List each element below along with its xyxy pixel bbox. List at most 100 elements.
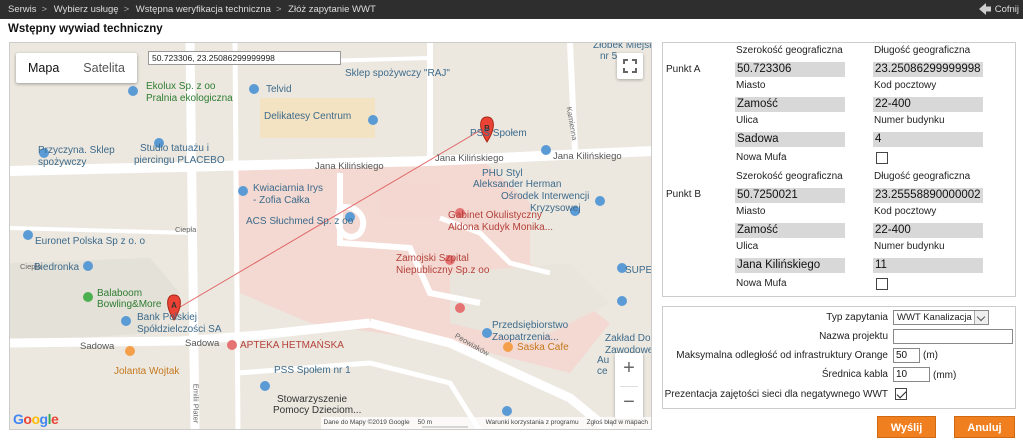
map-type-map-button[interactable]: Mapa: [16, 53, 71, 83]
presentation-checkbox[interactable]: [895, 388, 907, 400]
point-a-lat-value: 50.723306: [735, 62, 845, 77]
point-a-mufa-label: Nowa Mufa: [736, 152, 787, 163]
map-coordinates-field[interactable]: 50.723306, 23.25086299999998: [148, 51, 341, 65]
fullscreen-button[interactable]: [617, 53, 643, 79]
page-title: Wstępny wywiad techniczny: [8, 23, 163, 35]
map-label-sadowa-2: Sadowa: [185, 338, 220, 349]
map-label-ekolux2: Pralnia ekologiczna: [146, 93, 233, 104]
map-label-bank2: Spółdzielczości SA: [137, 324, 222, 335]
map-label-przyczyna: Przyczyna. Sklep: [38, 145, 115, 156]
point-a-city-label: Miasto: [736, 80, 766, 91]
map-label-emilii: Emilii Plater: [191, 383, 201, 424]
map-label-przedsiebiorstwo: Przedsiębiorstwo: [492, 320, 569, 331]
map-label-osrodek: Ośrodek Interwencji: [501, 191, 590, 202]
map-label-stowarzyszenie2: Pomocy Dzieciom...: [273, 405, 362, 416]
map-label-studio2: piercingu PLACEBO: [134, 155, 225, 166]
map-label-pss: PSS Społem: [470, 128, 527, 139]
map-label-delikatesy: Delikatesy Centrum: [264, 111, 352, 122]
map-label-zaklad: Zakład Dos: [605, 333, 652, 344]
point-a-lat-label: Szerokość geograficzna: [736, 45, 843, 56]
request-type-select[interactable]: WWT Kanalizacja: [893, 310, 989, 325]
point-b-number-value: 11: [873, 258, 983, 273]
map-label-kilinskiego-1: Jana Kilińskiego: [315, 161, 384, 172]
point-a-city-value: Zamość: [735, 97, 845, 112]
max-distance-input[interactable]: 50: [893, 348, 920, 363]
map-label-bank: Bank Polskiej: [137, 312, 198, 323]
breadcrumb-item-service[interactable]: Wybierz usługę: [54, 4, 119, 15]
map-label-jolanta: Jolanta Wojtak: [114, 366, 180, 377]
map-label-zlobek: Żłobek Miejski: [593, 42, 652, 51]
map-label-zlobek2: nr 5: [600, 51, 618, 62]
map-label-phu2: Aleksander Herman: [473, 179, 562, 190]
map-terms-link[interactable]: Warunki korzystania z programu: [486, 417, 579, 429]
request-type-value: WWT Kanalizacja: [897, 312, 972, 323]
point-a-zip-label: Kod pocztowy: [874, 80, 937, 91]
zoom-in-button[interactable]: +: [615, 353, 643, 386]
point-b-street-value: Jana Kilińskiego: [735, 258, 845, 273]
google-logo: Google: [13, 411, 59, 427]
points-panel: Szerokość geograficzna Długość geografic…: [662, 42, 1016, 297]
point-a-lon-label: Długość geograficzna: [874, 45, 971, 56]
map-label-super: SUPER: [625, 265, 652, 276]
map-label-balaboom2: Bowling&More: [97, 299, 162, 310]
send-button[interactable]: Wyślij: [877, 416, 936, 438]
point-b-title: Punkt B: [666, 189, 702, 200]
top-bar: Serwis > Wybierz usługę > Wstępna weryfika…: [0, 0, 1023, 19]
map-label-ciepla-1: Ciepła: [175, 225, 197, 234]
fullscreen-icon: [623, 59, 637, 73]
map-label-auto: Au: [597, 355, 610, 366]
map-report-link[interactable]: Zgłoś błąd w mapach: [587, 417, 648, 429]
project-name-input[interactable]: [893, 329, 1013, 344]
map-label-studio: Studio tatuażu i: [140, 143, 209, 154]
map-label-przyczyna2: spożywczy: [38, 157, 87, 168]
map-type-control: Mapa Satelita: [16, 53, 137, 83]
request-form-panel: Typ zapytania WWT Kanalizacja Nazwa proj…: [662, 306, 1016, 409]
breadcrumb: Serwis > Wybierz usługę > Wstępna weryfika…: [8, 4, 379, 15]
breadcrumb-separator: >: [41, 4, 48, 15]
back-label: Cofnij: [994, 3, 1019, 15]
point-b-mufa-label: Nowa Mufa: [736, 278, 787, 289]
point-b-lat-label: Szerokość geograficzna: [736, 171, 843, 182]
map-label-kilinskiego-2: Jana Kilińskiego: [435, 153, 504, 164]
map-label-gabinet2: Aldona Kudyk Monika...: [448, 222, 554, 233]
map-label-kilinskiego-3: Jana Kilińskiego: [553, 151, 622, 162]
point-b-zip-value: 22-400: [873, 223, 983, 238]
point-b-number-label: Numer budynku: [874, 241, 945, 252]
point-a-lon-value: 23.25086299999998: [873, 62, 983, 77]
breadcrumb-item-verification[interactable]: Wstępna weryfikacja techniczna: [136, 4, 271, 15]
cable-diameter-input[interactable]: 10: [893, 367, 930, 382]
map-scale[interactable]: 50 m: [418, 417, 478, 429]
marker-a-label: A: [171, 301, 177, 310]
map-label-raj: Sklep spożywczy "RAJ": [345, 68, 450, 79]
zoom-out-button[interactable]: −: [615, 387, 643, 420]
point-a-mufa-checkbox[interactable]: [876, 152, 888, 164]
point-b-lon-label: Długość geograficzna: [874, 171, 971, 182]
breadcrumb-separator: >: [275, 4, 282, 15]
map-type-satellite-button[interactable]: Satelita: [71, 53, 137, 83]
map-label-phu: PHU Styl: [482, 168, 523, 179]
request-type-label: Typ zapytania: [826, 312, 888, 323]
point-a-street-label: Ulica: [736, 115, 759, 126]
back-button[interactable]: Cofnij: [978, 2, 1019, 16]
point-b-city-label: Miasto: [736, 206, 766, 217]
map-label-zamojski: Zamojski Szpital: [396, 253, 469, 264]
map-label-stowarzyszenie: Stowarzyszenie: [277, 394, 348, 405]
map-label-acs: ACS Słuchmed Sp. z oo: [246, 216, 354, 227]
zoom-control: + −: [615, 353, 643, 419]
cable-diameter-unit: (mm): [933, 370, 957, 381]
map[interactable]: B A Żłobek Miejski nr 5 Sklep spożywczy …: [9, 42, 652, 430]
presentation-label: Prezentacja zajętości sieci dla negatywn…: [664, 389, 888, 400]
map-label-telvid: Telvid: [266, 84, 292, 95]
point-b-lon-value: 23.25558890000002: [873, 188, 983, 203]
cable-diameter-label: Średnica kabla: [821, 369, 888, 380]
point-a-street-value: Sadowa: [735, 132, 845, 147]
map-label-zamojski2: Niepubliczny Sp.z oo: [396, 265, 490, 276]
chevron-down-icon: [974, 311, 988, 324]
point-b-city-value: Zamość: [735, 223, 845, 238]
back-arrow-icon: [978, 3, 991, 15]
breadcrumb-item-serwis[interactable]: Serwis: [8, 4, 37, 15]
cancel-button[interactable]: Anuluj: [954, 416, 1015, 438]
point-b-mufa-checkbox[interactable]: [876, 278, 888, 290]
map-label-balaboom: Balaboom: [97, 288, 143, 299]
map-attribution: Dane do Mapy ©2019 Google 50 m Warunki k…: [320, 417, 651, 429]
